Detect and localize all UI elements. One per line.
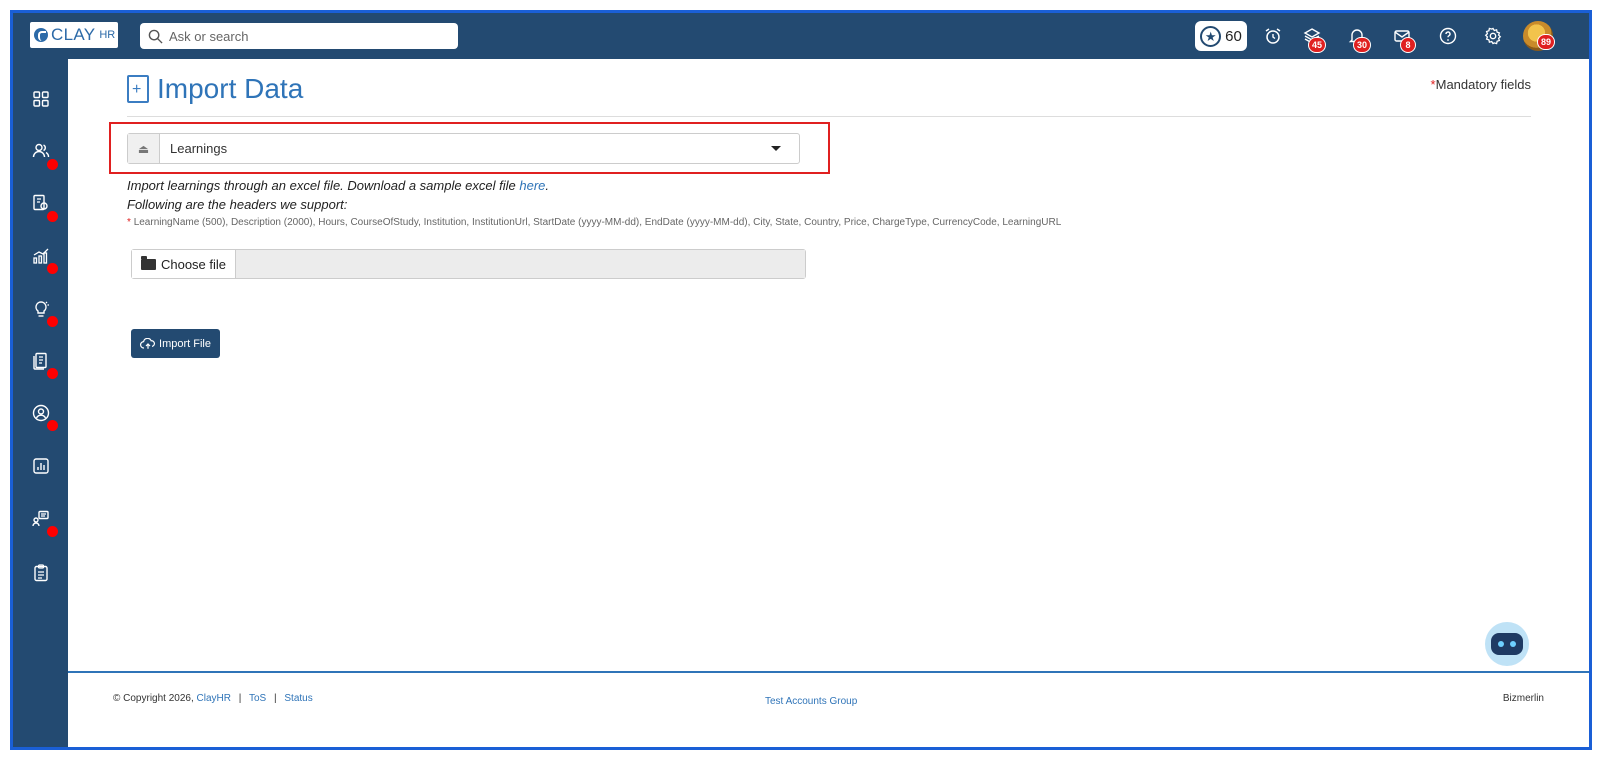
status-link[interactable]: Status [284,693,312,704]
sidebar-documents-alert-dot [47,368,58,379]
document-search-icon [33,194,48,211]
layers-button[interactable]: 45 [1300,24,1327,53]
search-icon [148,29,163,44]
file-picker[interactable]: Choose file [131,249,806,279]
settings-button[interactable] [1481,24,1505,48]
chevron-down-icon [771,146,781,151]
file-name-field[interactable] [236,250,805,278]
presentation-icon [32,510,49,527]
messages-button[interactable]: 8 [1390,24,1416,53]
import-type-value: Learnings [170,141,228,156]
choose-file-label: Choose file [160,256,227,272]
mandatory-note: *Mandatory fields [1431,77,1531,92]
instructions-text: Import learnings through an excel file. … [127,178,520,193]
points-value: 60 [1225,27,1242,45]
help-button[interactable] [1436,24,1460,48]
user-avatar[interactable]: 89 [1523,21,1556,51]
sidebar [13,59,68,747]
import-instructions: Import learnings through an excel file. … [127,178,549,193]
top-bar: CLAY HR ★ 60 45 30 8 [13,13,1589,59]
footer-separator: | [274,693,277,704]
app-frame: CLAY HR ★ 60 45 30 8 [10,10,1592,750]
chatbot-button[interactable] [1485,622,1529,666]
choose-file-button[interactable]: Choose file [132,250,236,278]
footer-separator: | [238,693,242,704]
notifications-badge: 30 [1353,37,1372,53]
headers-list: LearningName (500), Description (2000), … [133,217,1062,228]
grid-icon [33,91,49,107]
company-link[interactable]: ClayHR [197,693,231,704]
documents-icon [33,352,47,370]
robot-icon [1491,633,1523,655]
folder-open-icon [140,255,156,270]
footer: © Copyright 2026, ClayHR | ToS | Status … [68,671,1589,747]
layers-badge: 45 [1308,37,1327,53]
sidebar-ideas-alert-dot [47,316,58,327]
import-type-select[interactable]: ⏏ Learnings [127,133,800,164]
clipboard-icon [34,564,48,582]
profile-badge: 89 [1537,34,1556,50]
growth-chart-icon [33,248,49,264]
account-group-label: Test Accounts Group [765,696,858,707]
footer-links: © Copyright 2026, ClayHR | ToS | Status [113,693,313,704]
sidebar-performance-alert-dot [47,263,58,274]
sidebar-training-alert-dot [47,526,58,537]
gear-icon [1484,27,1502,45]
notifications-button[interactable]: 30 [1345,24,1372,53]
sidebar-people-alert-dot [47,159,58,170]
sidebar-item-reports[interactable] [29,454,53,478]
main-content: Import Data *Mandatory fields ⏏ Learning… [68,59,1589,671]
clayhr-logo[interactable]: CLAY HR [30,22,118,48]
users-icon [32,143,50,158]
copyright-text: © Copyright 2026, [113,693,194,704]
cloud-upload-icon [140,337,156,349]
sidebar-recruiting-alert-dot [47,211,58,222]
import-file-button[interactable]: Import File [131,329,220,358]
sidebar-item-dashboard[interactable] [29,87,53,111]
messages-badge: 8 [1400,37,1416,53]
page-title: Import Data [157,73,304,104]
page-header: Import Data [127,73,303,105]
supported-headers: * LearningName (500), Description (2000)… [127,217,1061,228]
sidebar-item-tasks[interactable] [29,561,53,585]
mandatory-label: Mandatory fields [1435,77,1531,92]
import-file-label: Import File [159,337,211,350]
bar-chart-icon [33,458,49,474]
alarm-clock-button[interactable] [1261,24,1285,48]
star-icon: ★ [1200,25,1222,47]
points-badge[interactable]: ★ 60 [1195,21,1247,51]
lightbulb-icon [35,301,49,317]
headers-required-marker: * [127,217,131,228]
tos-link[interactable]: ToS [249,693,266,704]
help-icon [1439,27,1457,45]
search-input[interactable] [169,28,449,44]
instructions-period: . [545,178,550,193]
footer-brand: Bizmerlin [1502,693,1544,704]
upload-icon: ⏏ [128,134,160,163]
sample-file-link[interactable]: here [519,178,545,193]
user-circle-icon [32,404,50,422]
logo-text: CLAY [51,25,96,44]
search-bar[interactable] [140,23,458,49]
logo-suffix: HR [99,29,116,41]
sidebar-profile-alert-dot [47,420,58,431]
header-divider [127,116,1531,117]
headers-intro: Following are the headers we support: [127,197,348,212]
alarm-clock-icon [1265,28,1281,44]
logo-mark-icon [34,28,48,42]
file-add-icon [127,75,149,103]
